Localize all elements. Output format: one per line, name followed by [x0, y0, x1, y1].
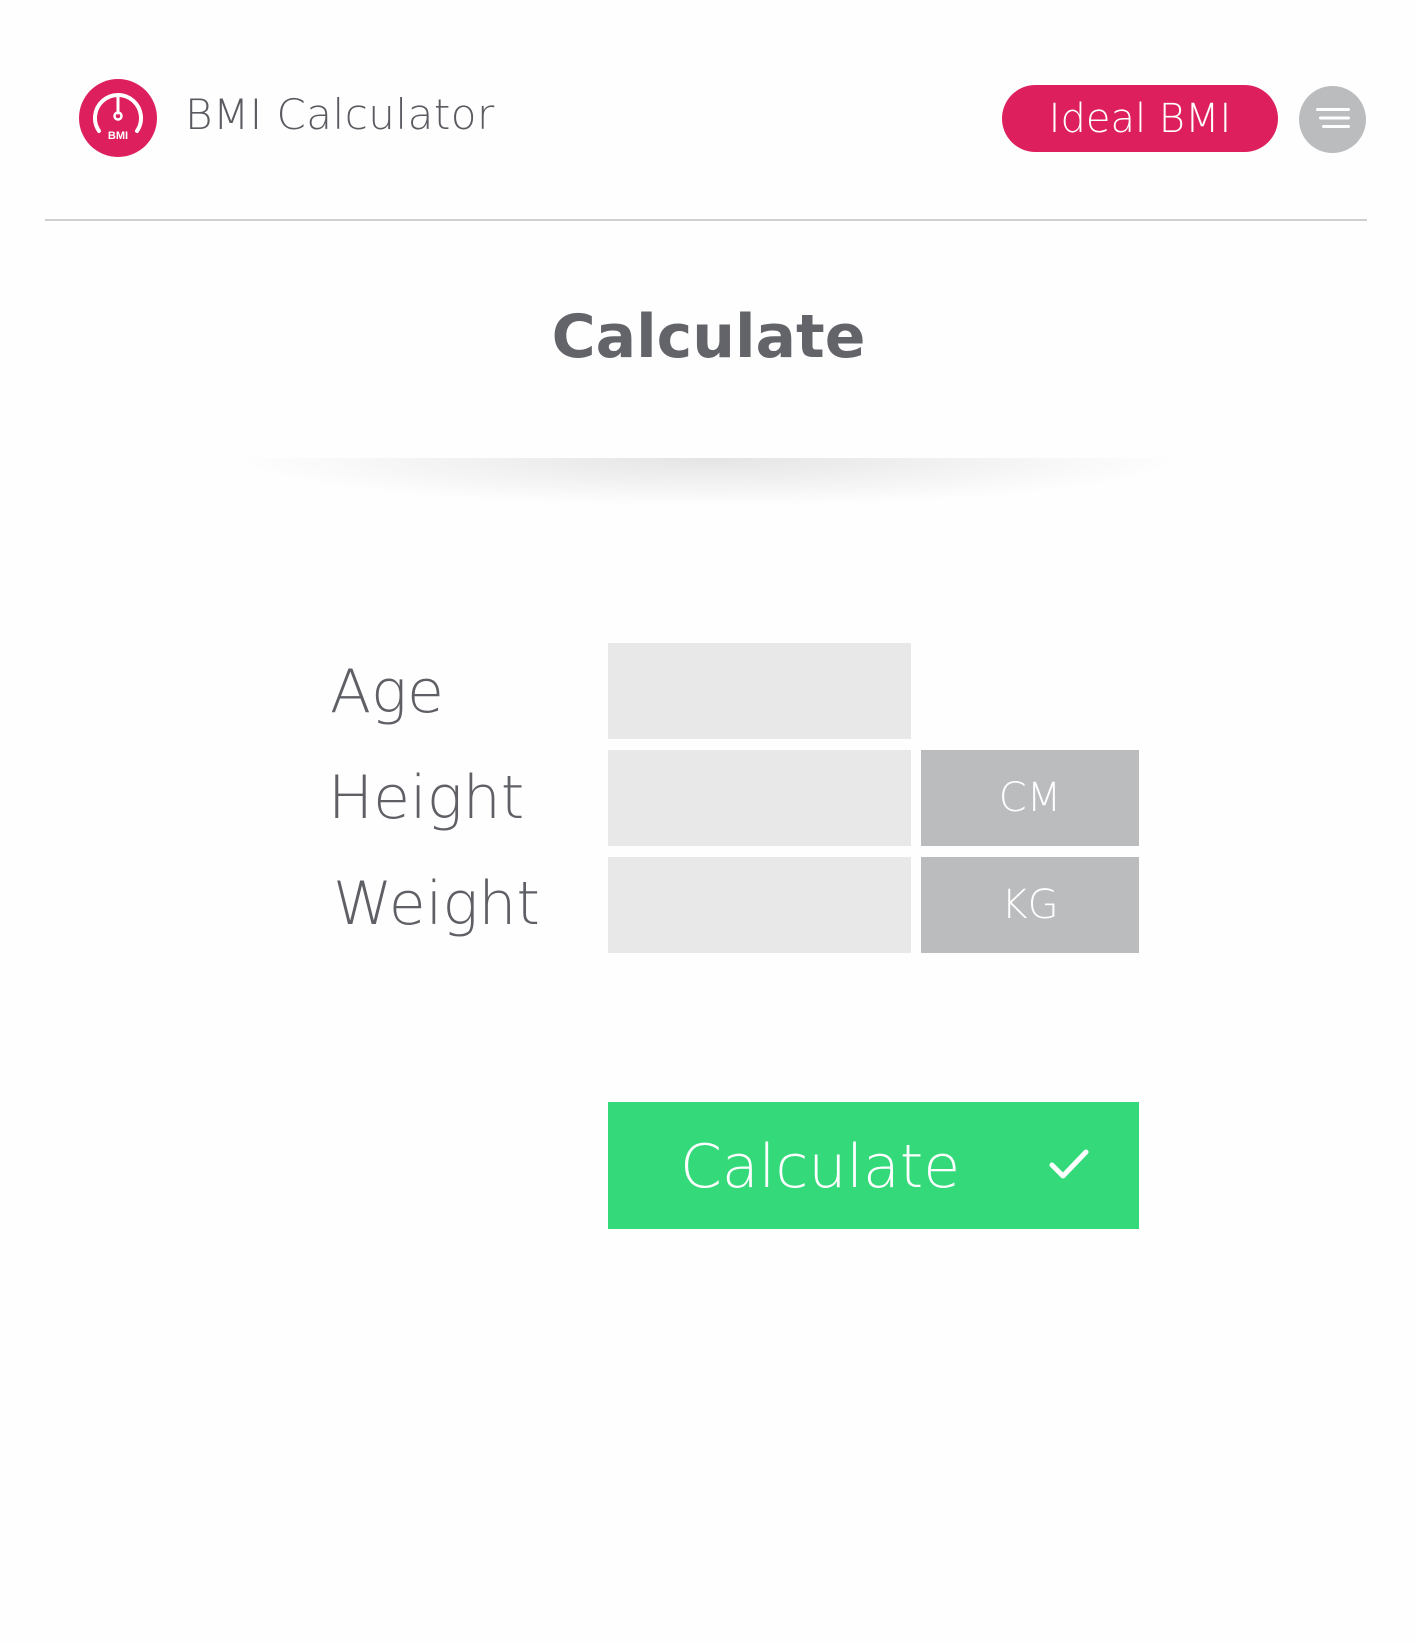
calculate-button[interactable]: Calculate — [608, 1102, 1139, 1229]
page-title: Calculate — [551, 302, 866, 372]
svg-text:BMI: BMI — [108, 130, 128, 142]
check-icon — [1048, 1146, 1090, 1182]
age-label: Age — [330, 657, 444, 727]
menu-button[interactable] — [1299, 86, 1366, 153]
height-unit-label: CM — [998, 775, 1062, 821]
section-shadow — [120, 458, 1300, 518]
weight-input[interactable] — [608, 857, 911, 953]
height-input[interactable] — [608, 750, 911, 846]
weight-label: Weight — [333, 869, 540, 939]
header-divider — [45, 219, 1367, 221]
app-header: BMI BMI Calculator Ideal BMI — [0, 0, 1417, 220]
bmi-logo-icon: BMI — [79, 79, 157, 157]
menu-icon — [1315, 107, 1350, 133]
ideal-bmi-button[interactable]: Ideal BMI — [1002, 85, 1278, 152]
calculate-button-label: Calculate — [680, 1132, 961, 1202]
weight-unit-label: KG — [1001, 882, 1059, 928]
height-label: Height — [328, 763, 525, 833]
weight-unit-selector[interactable]: KG — [921, 857, 1139, 953]
height-unit-selector[interactable]: CM — [921, 750, 1139, 846]
app-title: BMI Calculator — [185, 90, 495, 139]
ideal-bmi-button-label: Ideal BMI — [1048, 95, 1232, 142]
age-input[interactable] — [608, 643, 911, 739]
